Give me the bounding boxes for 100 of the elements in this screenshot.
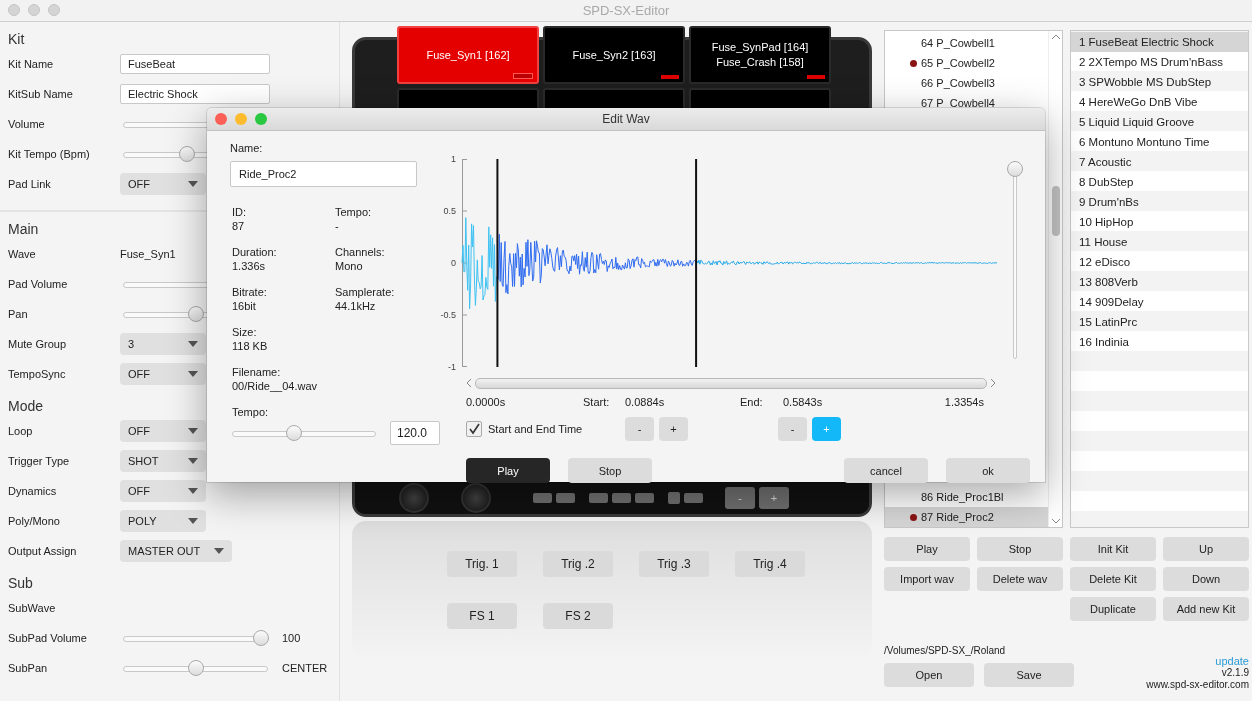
- dialog-button[interactable]: Stop: [568, 458, 652, 483]
- kit-button[interactable]: Down: [1163, 567, 1249, 591]
- list-item[interactable]: 66 P_Cowbell3: [885, 73, 1048, 93]
- item-label: 64 P_Cowbell1: [921, 37, 995, 49]
- pad[interactable]: Fuse_Syn2 [163]: [543, 26, 685, 84]
- list-item[interactable]: 5 Liquid Liquid Groove: [1071, 112, 1248, 132]
- info-label: Samplerate:: [335, 285, 396, 299]
- info-value: 118 KB: [232, 339, 269, 353]
- list-item[interactable]: 12 eDisco: [1071, 252, 1248, 272]
- list-item[interactable]: 6 Montuno Montuno Time: [1071, 132, 1248, 152]
- trigger-button[interactable]: Trig .2: [543, 551, 613, 577]
- list-item[interactable]: 13 808Verb: [1071, 272, 1248, 292]
- dialog-button[interactable]: ok: [946, 458, 1030, 483]
- axis-tick-label: 1: [451, 153, 456, 165]
- wave-button[interactable]: Play: [884, 537, 970, 561]
- dropdown[interactable]: OFF: [120, 420, 206, 442]
- field-label: Tempo:: [231, 405, 270, 419]
- footswitch-button[interactable]: FS 2: [543, 603, 613, 629]
- slider[interactable]: [123, 630, 268, 646]
- step-button[interactable]: -: [625, 417, 654, 441]
- item-label: 66 P_Cowbell3: [921, 77, 995, 89]
- pad[interactable]: Fuse_Syn1 [162]: [397, 26, 539, 84]
- list-item[interactable]: 2 2XTempo MS Drum'nBass: [1071, 52, 1248, 72]
- trigger-button[interactable]: Trig .3: [639, 551, 709, 577]
- file-button[interactable]: Save: [984, 663, 1074, 687]
- end-marker[interactable]: [695, 159, 698, 367]
- window-button[interactable]: [48, 4, 60, 16]
- list-item[interactable]: 87 Ride_Proc2: [885, 507, 1048, 527]
- list-item[interactable]: 9 Drum'nBs: [1071, 192, 1248, 212]
- list-item[interactable]: 16 Indinia: [1071, 332, 1248, 352]
- list-item[interactable]: 14 909Delay: [1071, 292, 1248, 312]
- slider-thumb[interactable]: [188, 660, 204, 676]
- list-item[interactable]: 4 HereWeGo DnB Vibe: [1071, 92, 1248, 112]
- scrollbar[interactable]: [1048, 31, 1062, 527]
- tempo-slider[interactable]: [232, 425, 376, 441]
- tempo-field[interactable]: 120.0: [390, 421, 440, 445]
- list-item[interactable]: 7 Acoustic: [1071, 152, 1248, 172]
- close-button[interactable]: [215, 113, 227, 125]
- kit-button[interactable]: Up: [1163, 537, 1249, 561]
- wave-button[interactable]: Delete wav: [977, 567, 1063, 591]
- checkbox[interactable]: [466, 421, 482, 437]
- slider-thumb[interactable]: [285, 425, 302, 441]
- caret-icon: [188, 458, 198, 464]
- dropdown[interactable]: OFF: [120, 480, 206, 502]
- window-button[interactable]: [8, 4, 20, 16]
- zoom-slider[interactable]: [1007, 161, 1023, 359]
- scrollbar-thumb[interactable]: [1052, 186, 1060, 236]
- start-marker[interactable]: [496, 159, 499, 367]
- minimize-button[interactable]: [235, 113, 247, 125]
- slider-thumb[interactable]: [178, 146, 195, 162]
- text-field[interactable]: Electric Shock: [120, 84, 270, 104]
- wave-button[interactable]: Stop: [977, 537, 1063, 561]
- axis-tick-label: -1: [448, 361, 456, 373]
- dropdown[interactable]: MASTER OUT: [120, 540, 233, 562]
- step-button[interactable]: +: [659, 417, 688, 441]
- list-item[interactable]: 10 HipHop: [1071, 212, 1248, 232]
- pad-led: [513, 73, 533, 79]
- list-item[interactable]: 65 P_Cowbell2: [885, 53, 1048, 73]
- dialog-button[interactable]: cancel: [844, 458, 928, 483]
- info-label: Bitrate:: [232, 285, 268, 299]
- info-label: Size:: [232, 325, 258, 339]
- field-label: Mute Group: [7, 338, 68, 350]
- slider-reading: CENTER: [282, 662, 328, 674]
- list-item[interactable]: 86 Ride_Proc1Bl: [885, 487, 1048, 507]
- kit-button[interactable]: Duplicate: [1070, 597, 1156, 621]
- wave-button[interactable]: Import wav: [884, 567, 970, 591]
- dropdown[interactable]: 3: [120, 333, 206, 355]
- kit-button[interactable]: Delete Kit: [1070, 567, 1156, 591]
- trigger-button[interactable]: Trig. 1: [447, 551, 517, 577]
- slider-thumb[interactable]: [253, 630, 269, 646]
- list-item[interactable]: 11 House: [1071, 232, 1248, 252]
- dialog-button[interactable]: Play: [466, 458, 550, 483]
- list-item[interactable]: 1 FuseBeat Electric Shock: [1071, 32, 1248, 52]
- info-value: -: [335, 219, 340, 233]
- field-label: Pad Link: [7, 178, 52, 190]
- time-label: 0.0000s: [466, 395, 507, 409]
- field-label: Trigger Type: [7, 455, 71, 467]
- file-button[interactable]: Open: [884, 663, 974, 687]
- device-button[interactable]: -: [725, 487, 755, 509]
- dropdown[interactable]: OFF: [120, 363, 206, 385]
- list-item[interactable]: 15 LatinPrc: [1071, 312, 1248, 332]
- list-item[interactable]: 3 SPWobble MS DubStep: [1071, 72, 1248, 92]
- trigger-button[interactable]: Trig .4: [735, 551, 805, 577]
- slider[interactable]: [123, 660, 268, 676]
- text-field[interactable]: FuseBeat: [120, 54, 270, 74]
- dropdown[interactable]: POLY: [120, 510, 206, 532]
- pad[interactable]: Fuse_SynPad [164] Fuse_Crash [158]: [689, 26, 831, 84]
- dropdown[interactable]: OFF: [120, 173, 206, 195]
- window-button[interactable]: [28, 4, 40, 16]
- kit-button[interactable]: Init Kit: [1070, 537, 1156, 561]
- dropdown[interactable]: SHOT: [120, 450, 206, 472]
- slider-thumb[interactable]: [188, 306, 204, 322]
- footswitch-button[interactable]: FS 1: [447, 603, 517, 629]
- zoom-button[interactable]: [255, 113, 267, 125]
- slider-thumb[interactable]: [1007, 161, 1023, 177]
- kit-button[interactable]: Add new Kit: [1163, 597, 1249, 621]
- list-item[interactable]: 8 DubStep: [1071, 172, 1248, 192]
- step-button[interactable]: -: [778, 417, 807, 441]
- name-field[interactable]: Ride_Proc2: [230, 161, 417, 187]
- list-item[interactable]: 64 P_Cowbell1: [885, 33, 1048, 53]
